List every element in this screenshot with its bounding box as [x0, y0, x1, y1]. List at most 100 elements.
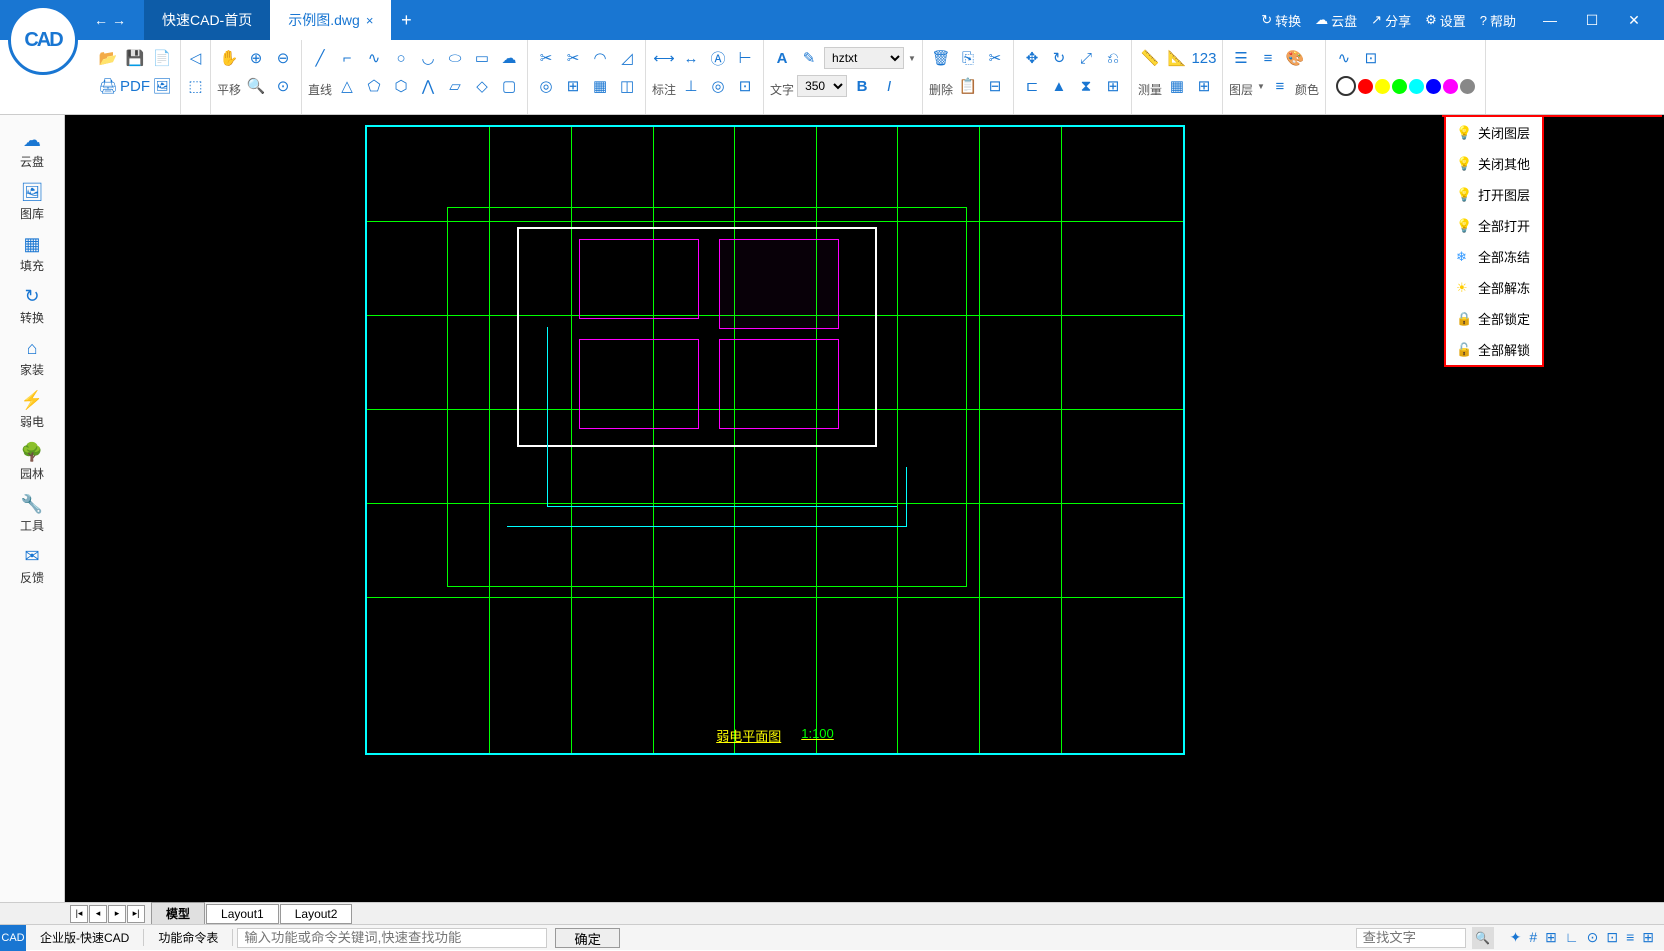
rotate-icon[interactable]: ↻ — [1047, 46, 1071, 70]
line-icon[interactable]: ╱ — [308, 46, 332, 70]
layout-tab-2[interactable]: Layout2 — [280, 904, 353, 924]
convert-button[interactable]: ↻转换 — [1261, 11, 1301, 30]
table-icon[interactable]: ⊞ — [1192, 74, 1216, 98]
hatch-icon[interactable]: ▦ — [588, 74, 612, 98]
layer-menu-全部打开[interactable]: 💡全部打开 — [1446, 210, 1542, 241]
linetype-icon[interactable]: ∿ — [1332, 46, 1356, 70]
zigzag-icon[interactable]: ⋀ — [416, 74, 440, 98]
save-icon[interactable]: 💾 — [123, 46, 147, 70]
group-icon[interactable]: ⊟ — [983, 74, 1007, 98]
maximize-button[interactable]: ☐ — [1572, 0, 1612, 40]
italic-icon[interactable]: I — [877, 74, 901, 98]
color-ring[interactable] — [1336, 76, 1356, 96]
sidebar-item-图库[interactable]: 🖼图库 — [0, 177, 64, 227]
snap-icon[interactable]: ✦ — [1510, 929, 1522, 946]
arrow-left-icon[interactable]: ◁ — [187, 46, 204, 70]
array-icon[interactable]: ⊞ — [561, 74, 585, 98]
sidebar-item-填充[interactable]: ▦填充 — [0, 229, 64, 279]
color-gray[interactable] — [1460, 79, 1475, 94]
sidebar-item-云盘[interactable]: ☁云盘 — [0, 125, 64, 175]
color-red[interactable] — [1358, 79, 1373, 94]
shape-icon[interactable]: ◇ — [470, 74, 494, 98]
last-layout-icon[interactable]: ▸| — [127, 905, 145, 923]
move-icon[interactable]: ✥ — [1020, 46, 1044, 70]
model-icon[interactable]: ⊞ — [1642, 929, 1654, 946]
num-icon[interactable]: 123 — [1192, 46, 1216, 70]
ortho-icon[interactable]: ⊞ — [1545, 929, 1557, 946]
triangle-icon[interactable]: △ — [335, 74, 359, 98]
saveas-icon[interactable]: 📄 — [150, 46, 174, 70]
zoom-out-icon[interactable]: ⊖ — [271, 46, 295, 70]
layer-menu-关闭图层[interactable]: 💡关闭图层 — [1446, 117, 1542, 148]
ruler-icon[interactable]: 📐 — [1165, 46, 1189, 70]
mirror-icon[interactable]: ⎌ — [1101, 46, 1125, 70]
settings-button[interactable]: ⚙设置 — [1425, 11, 1466, 30]
nav-fwd-icon[interactable]: → — [112, 12, 126, 28]
ok-button[interactable]: 确定 — [555, 928, 620, 948]
text-icon[interactable]: A — [770, 46, 794, 70]
dim5-icon[interactable]: ⊥ — [679, 74, 703, 98]
search-icon[interactable]: 🔍 — [1472, 927, 1494, 949]
polar-icon[interactable]: ∟ — [1565, 929, 1579, 946]
font-select[interactable]: hztxt — [824, 47, 904, 69]
cloud-icon[interactable]: ☁ — [497, 46, 521, 70]
bold-icon[interactable]: B — [850, 74, 874, 98]
color-blue[interactable] — [1426, 79, 1441, 94]
mirror2-icon[interactable]: ⧗ — [1074, 74, 1098, 98]
layer-menu-全部解冻[interactable]: ☀全部解冻 — [1446, 272, 1542, 303]
layer-more-icon[interactable]: ≡ — [1268, 74, 1292, 98]
match-icon[interactable]: ⊡ — [1359, 46, 1383, 70]
pentagon-icon[interactable]: ⬠ — [362, 74, 386, 98]
open-icon[interactable]: 📂 — [96, 46, 120, 70]
layer-menu-全部冻结[interactable]: ❄全部冻结 — [1446, 241, 1542, 272]
osnap-icon[interactable]: ⊙ — [1587, 929, 1599, 946]
offset-icon[interactable]: ◎ — [534, 74, 558, 98]
rect-icon[interactable]: ▭ — [470, 46, 494, 70]
layer-menu-关闭其他[interactable]: 💡关闭其他 — [1446, 148, 1542, 179]
dist-icon[interactable]: 📏 — [1138, 46, 1162, 70]
polyline-icon[interactable]: ⌐ — [335, 46, 359, 70]
arc-icon[interactable]: ◡ — [416, 46, 440, 70]
sidebar-item-弱电[interactable]: ⚡弱电 — [0, 385, 64, 435]
layout-tab-model[interactable]: 模型 — [151, 902, 205, 925]
layer-menu-全部解锁[interactable]: 🔓全部解锁 — [1446, 334, 1542, 365]
add-tab-button[interactable]: + — [391, 0, 421, 40]
cloud-button[interactable]: ☁云盘 — [1315, 11, 1357, 30]
color-magenta[interactable] — [1443, 79, 1458, 94]
paste-icon[interactable]: 📋 — [956, 74, 980, 98]
block-icon[interactable]: ◫ — [615, 74, 639, 98]
align-icon[interactable]: ⊏ — [1020, 74, 1044, 98]
circle-icon[interactable]: ○ — [389, 46, 413, 70]
share-button[interactable]: ↗分享 — [1371, 11, 1411, 30]
prev-layout-icon[interactable]: ◂ — [89, 905, 107, 923]
delete-icon[interactable]: 🗑 — [929, 46, 953, 70]
command-input[interactable] — [237, 928, 547, 948]
color-yellow[interactable] — [1375, 79, 1390, 94]
drawing-canvas[interactable]: 弱电平面图 1:100 💡关闭图层💡关闭其他💡打开图层💡全部打开❄全部冻结☀全部… — [65, 115, 1664, 902]
minimize-button[interactable]: — — [1530, 0, 1570, 40]
layer-menu-打开图层[interactable]: 💡打开图层 — [1446, 179, 1542, 210]
align2-icon[interactable]: ▲ — [1047, 74, 1071, 98]
dim-icon[interactable]: ⟷ — [652, 46, 676, 70]
hexagon-icon[interactable]: ⬡ — [389, 74, 413, 98]
pdf-icon[interactable]: PDF — [123, 74, 147, 98]
edit-text-icon[interactable]: ✎ — [797, 46, 821, 70]
explode-icon[interactable]: ⊞ — [1101, 74, 1125, 98]
dim2-icon[interactable]: ↔ — [679, 46, 703, 70]
zoom-extents-icon[interactable]: ⊙ — [271, 74, 295, 98]
zoom-in-icon[interactable]: ⊕ — [244, 46, 268, 70]
dim7-icon[interactable]: ⊡ — [733, 74, 757, 98]
dim6-icon[interactable]: ◎ — [706, 74, 730, 98]
dim4-icon[interactable]: ⊢ — [733, 46, 757, 70]
polygon-icon[interactable]: ▱ — [443, 74, 467, 98]
zoom-window-icon[interactable]: 🔍 — [244, 74, 268, 98]
cut-icon[interactable]: ✂ — [983, 46, 1007, 70]
app-logo[interactable]: CAD — [8, 5, 78, 75]
help-button[interactable]: ?帮助 — [1480, 11, 1516, 30]
next-layout-icon[interactable]: ▸ — [108, 905, 126, 923]
search-input[interactable] — [1356, 928, 1466, 948]
trim-icon[interactable]: ✂ — [534, 46, 558, 70]
layout-tab-1[interactable]: Layout1 — [206, 904, 279, 924]
fillet-icon[interactable]: ◠ — [588, 46, 612, 70]
color-cyan[interactable] — [1409, 79, 1424, 94]
